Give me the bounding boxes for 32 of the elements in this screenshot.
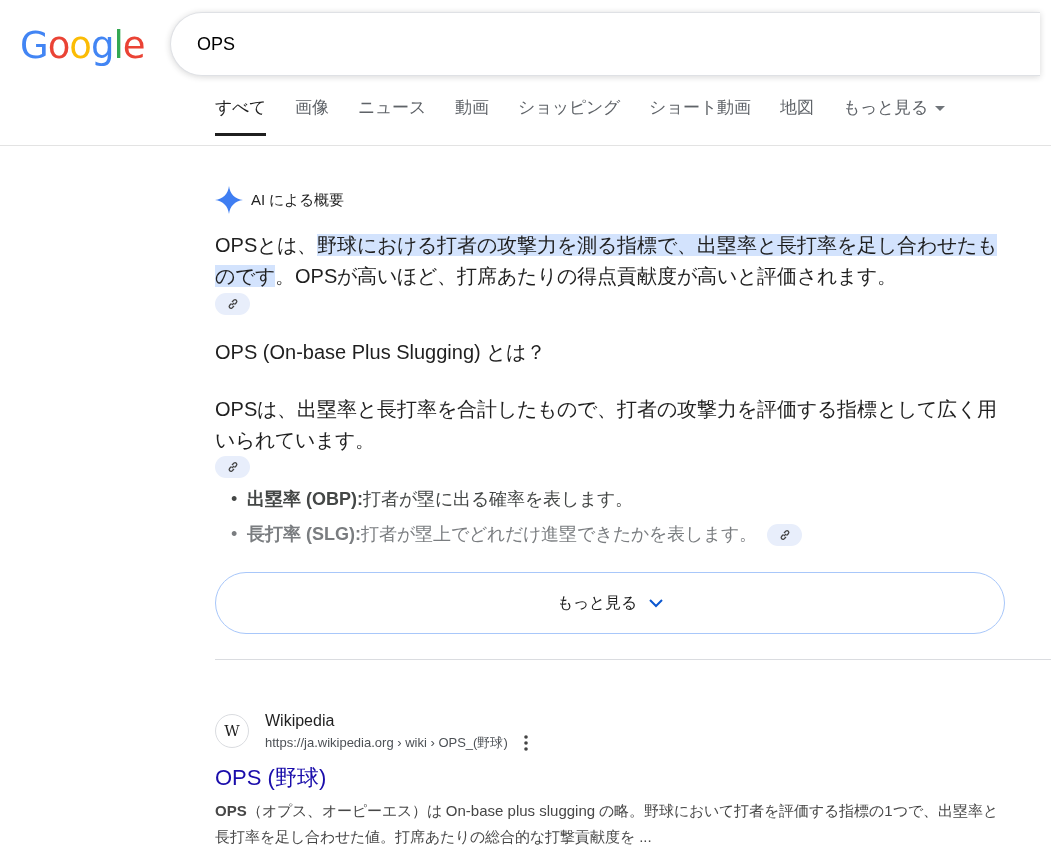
search-tab[interactable]: ショート動画 xyxy=(649,95,751,136)
summary-paragraph: OPSとは、野球における打者の攻撃力を測る指標で、出塁率と長打率を足し合わせたものです。OPSが高いほど、打席あたりの得点貢献度が高いと評価されます。 xyxy=(215,233,999,289)
section-heading: OPS (On-base Plus Slugging) とは？ xyxy=(215,340,548,365)
link-icon xyxy=(778,528,791,541)
caret-icon xyxy=(935,105,945,112)
search-tab[interactable]: すべて xyxy=(215,95,266,136)
search-tab[interactable]: ショッピング xyxy=(518,95,620,136)
link-chip[interactable] xyxy=(767,523,802,546)
ai-overview-title: AI による概要 xyxy=(251,189,345,210)
bullet-marker: • xyxy=(230,523,239,546)
sparkle-icon xyxy=(215,186,243,214)
search-tab[interactable]: 地図 xyxy=(780,95,814,136)
show-more-button[interactable]: もっと見る xyxy=(215,572,1005,634)
link-chip[interactable] xyxy=(215,456,250,478)
paragraph: OPSは、出塁率と長打率を合計したもので、打者の攻撃力を評価する指標として広く用いられています。 xyxy=(215,397,999,453)
result-title-link[interactable]: OPS (野球) xyxy=(215,764,327,790)
link-chip[interactable] xyxy=(215,293,250,315)
search-tab[interactable]: もっと見る xyxy=(843,95,945,136)
search-tab[interactable]: 動画 xyxy=(455,95,489,136)
bullet-marker: • xyxy=(230,488,239,511)
chevron-down-icon xyxy=(649,599,663,609)
bullet-text: 出塁率 (OBP):打者が塁に出る確率を表します。 xyxy=(247,488,633,511)
search-field[interactable]: OPS xyxy=(170,12,1040,76)
result-url[interactable]: https://ja.wikipedia.org › wiki › OPS_(野球) xyxy=(265,733,508,753)
bullet-text: 長打率 (SLG):打者が塁上でどれだけ進塁できたかを表します。 xyxy=(247,523,757,546)
site-name: Wikipedia xyxy=(265,711,336,731)
link-icon xyxy=(226,298,239,310)
more-options-icon[interactable] xyxy=(523,734,528,751)
result-snippet: OPS（オプス、オーピーエス）は On-base plus slugging の略。野球において打者を評価する指標の1つで、出塁率と長打率を足し合わせた値。打席あたりの総合的な打撃貢献度を ... xyxy=(215,800,999,847)
search-tab[interactable]: 画像 xyxy=(295,95,329,136)
search-tab[interactable]: ニュース xyxy=(358,95,426,136)
link-icon xyxy=(226,461,239,473)
